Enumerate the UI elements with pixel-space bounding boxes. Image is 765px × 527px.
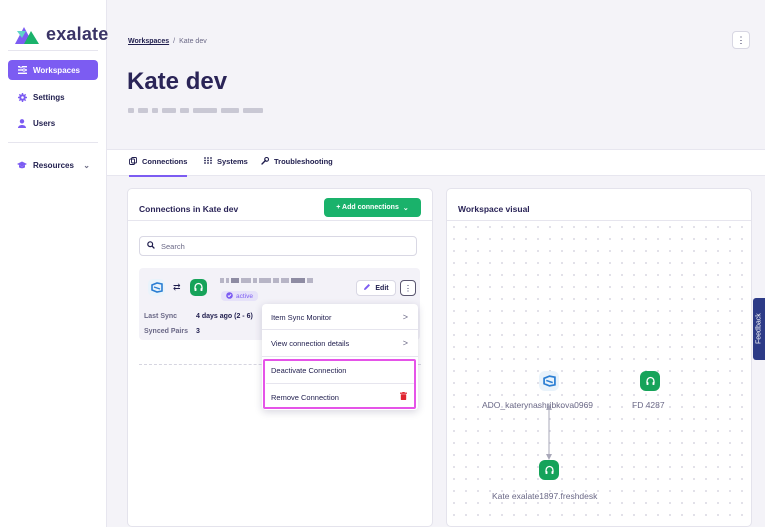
tab-label: Troubleshooting (274, 157, 333, 166)
menu-item-sync-monitor[interactable]: Item Sync Monitor > (262, 304, 418, 330)
connection-more-button[interactable]: ⋮ (400, 280, 416, 296)
edit-button[interactable]: Edit (356, 280, 396, 296)
sidebar-item-label: Settings (33, 92, 65, 102)
feedback-label: Feedback (755, 313, 763, 345)
menu-item-view-details[interactable]: View connection details > (262, 330, 418, 356)
connection-name-blurred (220, 278, 313, 283)
grid-icon (204, 157, 212, 166)
workspace-visual-title: Workspace visual (458, 204, 530, 214)
connection-edge (546, 404, 552, 460)
link-icon (129, 157, 137, 167)
tab-label: Systems (217, 157, 248, 166)
check-circle-icon (226, 291, 233, 301)
sidebar-item-label: Workspaces (33, 65, 80, 75)
chevron-down-icon: ⌄ (83, 160, 90, 170)
connections-panel-title: Connections in Kate dev (139, 204, 239, 214)
graduation-cap-icon (17, 160, 27, 170)
breadcrumb-current: Kate dev (179, 38, 207, 45)
search-input[interactable]: Search (139, 236, 417, 256)
tab-troubleshooting[interactable]: Troubleshooting (261, 156, 333, 177)
freshdesk-node[interactable] (539, 460, 559, 480)
exalate-logo[interactable]: exalate (14, 24, 108, 45)
sidebar-item-label: Resources (33, 160, 74, 170)
status-label: active (236, 292, 253, 300)
menu-item-label: View connection details (271, 338, 350, 348)
sidebar-item-workspaces[interactable]: Workspaces (8, 60, 98, 80)
tab-systems[interactable]: Systems (204, 157, 248, 177)
fd-node-label: FD 4287 (632, 400, 665, 410)
add-connections-label: + Add connections (336, 204, 399, 211)
breadcrumb-workspaces-link[interactable]: Workspaces (128, 38, 169, 45)
user-icon (17, 118, 27, 128)
page-title: Kate dev (127, 68, 228, 95)
chevron-down-icon: ⌄ (402, 204, 409, 212)
highlight-box (263, 359, 416, 409)
menu-item-label: Item Sync Monitor (271, 312, 332, 322)
sidebar-item-label: Users (33, 118, 56, 128)
sidebar-item-settings[interactable]: Settings (8, 87, 98, 107)
panel-divider (128, 220, 432, 221)
sidebar-divider (8, 142, 98, 143)
feedback-tab[interactable]: Feedback (753, 298, 765, 360)
tab-bar: Connections Systems Troubleshooting (107, 149, 765, 177)
sidebar-item-resources[interactable]: Resources ⌄ (8, 155, 98, 175)
page-more-button[interactable]: ⋮ (732, 31, 750, 49)
kebab-icon: ⋮ (736, 34, 746, 45)
sidebar-item-users[interactable]: Users (8, 113, 98, 133)
ado-node-label: ADO_katerynashribkova0969 (482, 400, 594, 410)
chevron-right-icon: > (402, 312, 408, 322)
gear-icon (17, 92, 27, 102)
freshdesk-node-label: Kate exalate1897.freshdesk (492, 491, 598, 501)
workspace-canvas[interactable] (448, 221, 750, 525)
synced-pairs-label: Synced Pairs (144, 328, 188, 335)
pencil-icon (363, 283, 371, 293)
workspace-visual-panel: Workspace visual ADO_katerynashribkova09… (446, 188, 752, 527)
chevron-right-icon: > (402, 338, 408, 348)
freshdesk-icon (645, 376, 655, 385)
freshdesk-icon (544, 465, 554, 474)
swap-arrows-icon: ⇄ (173, 282, 181, 292)
breadcrumb-separator: / (173, 38, 176, 45)
synced-pairs-value: 3 (196, 328, 200, 335)
last-sync-label: Last Sync (144, 313, 178, 320)
add-connections-button[interactable]: + Add connections ⌄ (324, 198, 421, 217)
freshdesk-icon (190, 279, 207, 296)
sidebar-divider (8, 50, 98, 51)
ado-node[interactable] (539, 371, 559, 391)
search-icon (147, 241, 155, 251)
azure-devops-icon (148, 279, 165, 296)
wrench-icon (261, 156, 270, 167)
edit-label: Edit (375, 284, 389, 292)
search-placeholder: Search (161, 241, 185, 251)
tab-connections[interactable]: Connections (129, 157, 188, 177)
brand-name: exalate (46, 24, 109, 44)
azure-devops-icon (542, 375, 556, 387)
last-sync-value: 4 days ago (2 - 6) (196, 313, 253, 320)
blurred-description (128, 108, 263, 113)
connection-actions-menu: Item Sync Monitor > View connection deta… (262, 304, 418, 410)
tab-label: Connections (142, 157, 188, 166)
kebab-icon: ⋮ (404, 283, 412, 293)
sidebar: exalate Workspaces Settings Users Resour… (0, 0, 108, 527)
exalate-logo-icon (15, 26, 39, 44)
breadcrumb: Workspaces / Kate dev (128, 38, 207, 45)
fd-node[interactable] (640, 371, 660, 391)
status-badge: active (221, 291, 258, 301)
workspaces-icon (17, 65, 27, 75)
